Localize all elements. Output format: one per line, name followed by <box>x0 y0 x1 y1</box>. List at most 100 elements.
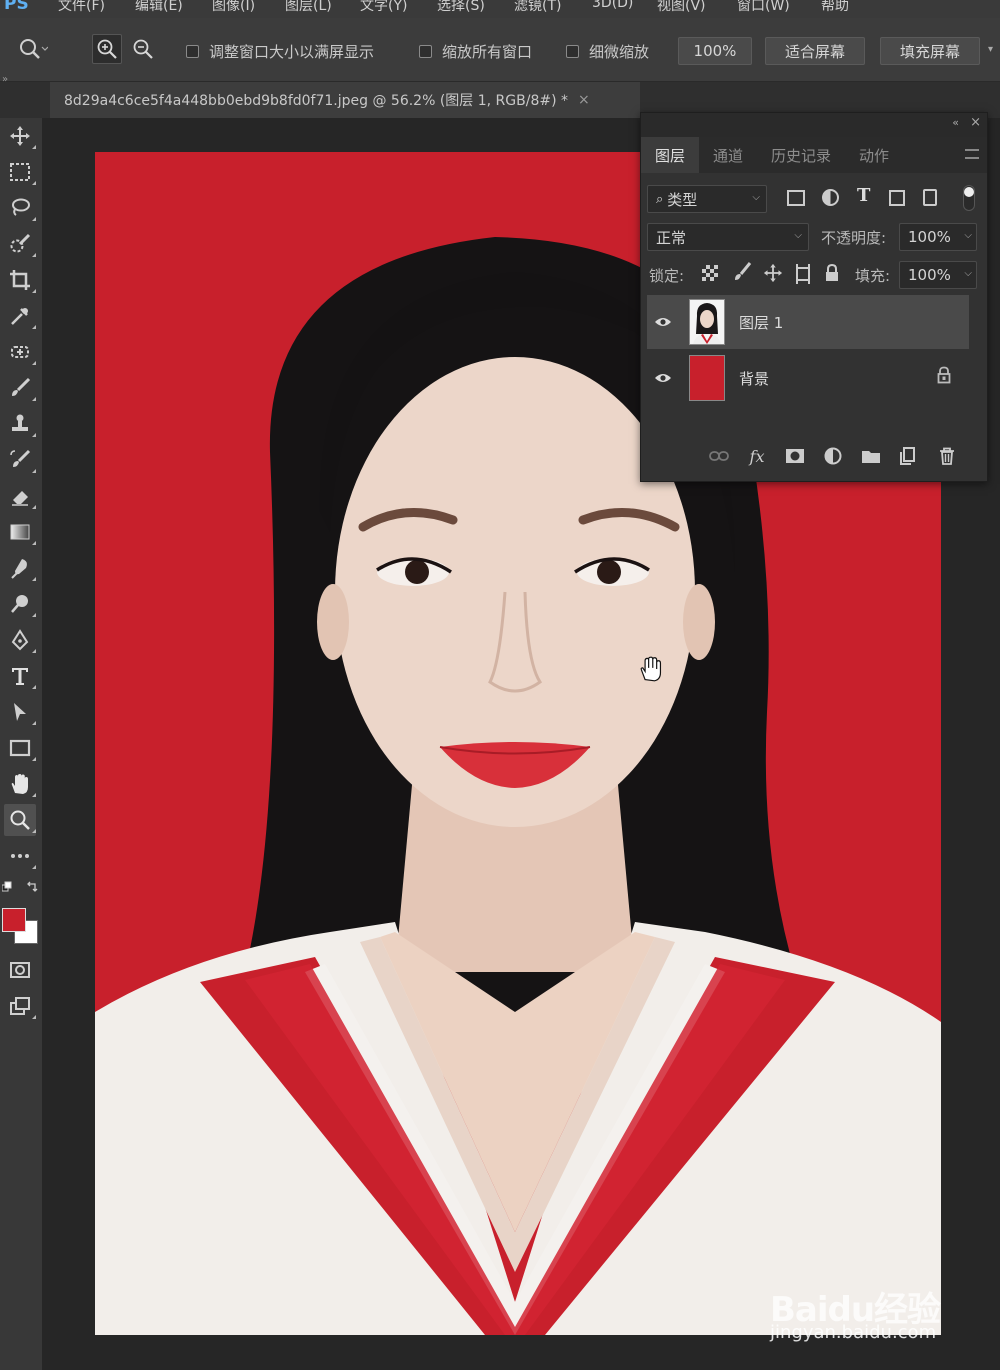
visibility-eye-icon[interactable] <box>647 372 679 384</box>
fill-input[interactable]: 100% ⌵ <box>899 261 977 289</box>
blend-mode-select[interactable]: 正常 ⌵ <box>647 223 809 251</box>
tab-layers[interactable]: 图层 <box>641 137 700 173</box>
path-selection-tool-icon[interactable] <box>4 696 36 728</box>
eyedropper-tool-icon[interactable] <box>4 300 36 332</box>
zoom-tool-preset-icon[interactable] <box>18 34 48 64</box>
scrubby-zoom-label: 细微缩放 <box>589 42 650 61</box>
pen-tool-icon[interactable] <box>4 624 36 656</box>
marquee-tool-icon[interactable] <box>4 156 36 188</box>
layer-row-layer1[interactable]: 图层 1 <box>647 295 969 349</box>
brush-tool-icon[interactable] <box>4 372 36 404</box>
menu-3d[interactable]: 3D(D) <box>592 0 633 11</box>
zoom-tool-icon[interactable] <box>4 804 36 836</box>
zoom-out-icon[interactable] <box>128 34 158 64</box>
collapse-panel-icon[interactable]: « <box>952 116 959 129</box>
menu-layer[interactable]: 图层(L) <box>285 0 332 15</box>
background-layer-thumbnail <box>689 355 725 401</box>
close-document-icon[interactable]: × <box>578 92 590 108</box>
menu-window[interactable]: 窗口(W) <box>737 0 790 15</box>
quick-mask-icon[interactable] <box>4 954 36 986</box>
type-tool-icon[interactable] <box>4 660 36 692</box>
document-tab[interactable]: 8d29a4c6ce5f4a448bb0ebd9b8fd0f71.jpeg @ … <box>50 82 640 118</box>
layer1-name[interactable]: 图层 1 <box>739 312 783 333</box>
zoom-all-windows-option[interactable]: 缩放所有窗口 <box>419 40 532 62</box>
background-layer-name[interactable]: 背景 <box>739 368 769 389</box>
options-overflow-icon[interactable]: ▾ <box>988 44 993 55</box>
eraser-tool-icon[interactable] <box>4 480 36 512</box>
edit-toolbar-icon[interactable] <box>4 840 36 872</box>
foreground-color-swatch[interactable] <box>2 908 26 932</box>
lock-position-icon[interactable] <box>763 263 783 287</box>
zoom-in-icon[interactable] <box>92 34 122 64</box>
new-adjustment-layer-icon[interactable] <box>823 446 843 466</box>
zoom-all-windows-checkbox[interactable] <box>419 44 432 58</box>
lock-label: 锁定: <box>649 267 685 285</box>
healing-brush-tool-icon[interactable] <box>4 336 36 368</box>
lock-artboard-icon[interactable] <box>793 264 813 288</box>
menu-image[interactable]: 图像(I) <box>212 0 255 15</box>
fit-screen-button[interactable]: 适合屏幕 <box>765 37 865 65</box>
filter-type-layer-icon[interactable]: T <box>857 185 870 206</box>
menu-filter[interactable]: 滤镜(T) <box>514 0 561 15</box>
lock-image-pixels-icon[interactable] <box>733 261 753 287</box>
panel-menu-icon[interactable] <box>965 149 979 159</box>
zoom-100-button[interactable]: 100% <box>678 37 752 65</box>
menu-select[interactable]: 选择(S) <box>437 0 485 15</box>
expand-panels-icon[interactable]: » <box>2 74 8 85</box>
menu-type[interactable]: 文字(Y) <box>360 0 407 15</box>
tab-history[interactable]: 历史记录 <box>757 137 845 173</box>
scrubby-zoom-checkbox[interactable] <box>566 44 579 58</box>
lock-transparent-pixels-icon[interactable] <box>702 265 718 281</box>
lock-all-icon[interactable] <box>824 263 840 287</box>
swap-colors-icon[interactable] <box>1 880 40 894</box>
clone-stamp-tool-icon[interactable] <box>4 408 36 440</box>
new-group-folder-icon[interactable] <box>861 446 881 466</box>
rectangle-tool-icon[interactable] <box>4 732 36 764</box>
layer-filter-kind-select[interactable]: ⌕ 类型 ⌵ <box>647 185 767 213</box>
resize-windows-option[interactable]: 调整窗口大小以满屏显示 <box>186 40 374 62</box>
menu-help[interactable]: 帮助 <box>821 0 849 15</box>
layers-panel-footer: fx <box>641 431 987 481</box>
crop-tool-icon[interactable] <box>4 264 36 296</box>
smudge-tool-icon[interactable] <box>4 552 36 584</box>
tab-actions[interactable]: 动作 <box>845 137 903 173</box>
options-bar: 调整窗口大小以满屏显示 缩放所有窗口 细微缩放 100% 适合屏幕 填充屏幕 ▾ <box>0 18 1000 82</box>
layer-style-fx-icon[interactable]: fx <box>747 446 767 466</box>
filter-smart-object-icon[interactable] <box>923 189 937 206</box>
scrubby-zoom-option[interactable]: 细微缩放 <box>566 40 649 62</box>
quick-selection-tool-icon[interactable] <box>4 228 36 260</box>
color-swatches[interactable] <box>2 906 40 946</box>
screen-mode-icon[interactable] <box>4 990 36 1022</box>
menu-edit[interactable]: 编辑(E) <box>135 0 183 15</box>
history-brush-tool-icon[interactable] <box>4 444 36 476</box>
dodge-tool-icon[interactable] <box>4 588 36 620</box>
menu-view[interactable]: 视图(V) <box>657 0 706 15</box>
fill-screen-button[interactable]: 填充屏幕 <box>880 37 980 65</box>
panel-tabs: 图层 通道 历史记录 动作 <box>641 137 987 173</box>
delete-layer-icon[interactable] <box>937 446 957 466</box>
filter-kind-label: 类型 <box>667 190 698 209</box>
visibility-eye-icon[interactable] <box>647 316 679 328</box>
opacity-label: 不透明度: <box>821 229 887 247</box>
filter-toggle[interactable] <box>963 185 975 211</box>
filter-pixel-layer-icon[interactable] <box>787 190 805 206</box>
tab-channels[interactable]: 通道 <box>699 137 757 173</box>
hand-tool-icon[interactable] <box>4 768 36 800</box>
link-layers-icon[interactable] <box>709 446 729 466</box>
filter-shape-layer-icon[interactable] <box>889 190 905 206</box>
opacity-input[interactable]: 100% ⌵ <box>899 223 977 251</box>
new-layer-icon[interactable] <box>899 446 919 466</box>
close-panel-icon[interactable]: × <box>970 115 981 130</box>
move-tool-icon[interactable] <box>4 120 36 152</box>
menu-file[interactable]: 文件(F) <box>58 0 105 15</box>
filter-adjustment-layer-icon[interactable] <box>822 189 839 206</box>
layer1-thumbnail <box>689 299 725 345</box>
layer-row-background[interactable]: 背景 <box>647 351 969 405</box>
panel-title-bar[interactable]: « × <box>641 113 987 137</box>
resize-windows-checkbox[interactable] <box>186 44 199 58</box>
gradient-tool-icon[interactable] <box>4 516 36 548</box>
background-lock-icon[interactable] <box>937 366 951 388</box>
lasso-tool-icon[interactable] <box>4 192 36 224</box>
add-mask-icon[interactable] <box>785 446 805 466</box>
fill-label: 填充: <box>855 267 891 285</box>
